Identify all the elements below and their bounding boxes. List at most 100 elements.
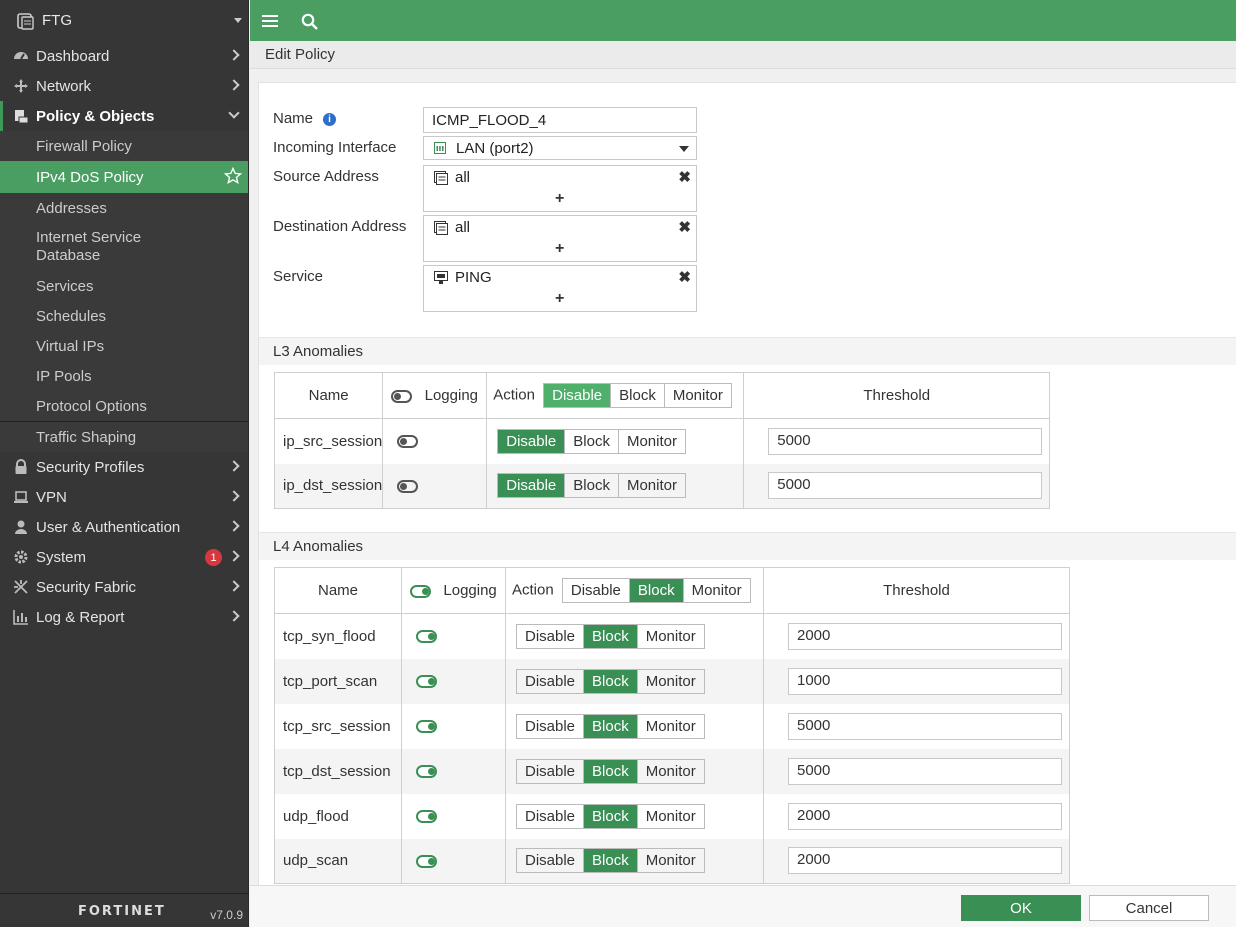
action-toggle[interactable]: Disable Block Monitor [516,848,705,874]
action-block[interactable]: Block [584,759,638,783]
sidebar-item-virtual-ips[interactable]: Virtual IPs [0,331,248,361]
nav-vpn[interactable]: VPN [0,482,248,512]
chevron-right-icon [228,550,240,562]
device-selector[interactable]: FTG [0,0,248,41]
action-toggle[interactable]: Disable Block Monitor [516,623,705,649]
action-disable-all[interactable]: Disable [563,579,630,602]
action-disable[interactable]: Disable [498,474,566,498]
ok-button[interactable]: OK [961,895,1081,921]
search-icon[interactable] [299,11,319,31]
action-block[interactable]: Block [584,714,638,738]
remove-icon[interactable]: ✖ [678,168,691,186]
action-block-all[interactable]: Block [629,579,684,602]
action-block[interactable]: Block [584,669,638,693]
sidebar-item-protocol-options[interactable]: Protocol Options [0,391,248,421]
logging-toggle-all[interactable] [410,584,432,598]
action-monitor[interactable]: Monitor [638,760,704,783]
name-input[interactable]: ICMP_FLOOD_4 [423,107,697,133]
add-icon[interactable]: + [555,290,564,308]
nav-network[interactable]: Network [0,71,248,101]
logging-header-label: Logging [443,582,497,599]
action-toggle[interactable]: Disable Block Monitor [516,758,705,784]
threshold-input[interactable]: 5000 [768,472,1043,500]
star-icon[interactable] [223,166,243,189]
destination-address-field[interactable]: all ✖ + [423,215,697,262]
logging-toggle[interactable] [416,675,437,689]
threshold-input[interactable]: 2000 [788,847,1062,875]
sidebar-item-addresses[interactable]: Addresses [0,193,248,223]
address-icon [434,170,448,185]
sidebar-item-schedules[interactable]: Schedules [0,301,248,331]
sidebar-item-services[interactable]: Services [0,271,248,301]
add-icon[interactable]: + [555,190,564,208]
nav-security-profiles[interactable]: Security Profiles [0,452,248,482]
action-monitor[interactable]: Monitor [619,430,685,453]
logging-toggle[interactable] [416,854,437,868]
incoming-interface-select[interactable]: LAN (port2) [423,136,697,160]
action-toggle[interactable]: Disable Block Monitor [516,668,705,694]
action-disable[interactable]: Disable [517,849,585,873]
action-disable[interactable]: Disable [498,429,566,453]
nav-log-report[interactable]: Log & Report [0,602,248,632]
logging-toggle-all[interactable] [391,389,413,403]
threshold-input[interactable]: 5000 [768,427,1043,455]
threshold-input[interactable]: 5000 [788,757,1062,785]
action-toggle[interactable]: Disable Block Monitor [497,428,686,454]
action-disable[interactable]: Disable [517,759,585,783]
logging-toggle[interactable] [416,630,437,644]
action-monitor[interactable]: Monitor [638,625,704,648]
remove-icon[interactable]: ✖ [678,268,691,286]
action-block[interactable]: Block [565,429,619,453]
source-address-field[interactable]: all ✖ + [423,165,697,212]
action-disable[interactable]: Disable [517,669,585,693]
service-field[interactable]: PING ✖ + [423,265,697,312]
nav-dashboard[interactable]: Dashboard [0,41,248,71]
action-monitor[interactable]: Monitor [619,474,685,497]
sidebar-item-ip-pools[interactable]: IP Pools [0,361,248,391]
action-disable[interactable]: Disable [517,624,585,648]
action-monitor-all[interactable]: Monitor [684,579,750,602]
action-header-toggle[interactable]: Disable Block Monitor [561,578,751,603]
chevron-right-icon [228,520,240,532]
menu-icon[interactable] [260,11,280,31]
nav-user-authentication[interactable]: User & Authentication [0,512,248,542]
action-block[interactable]: Block [584,849,638,873]
action-disable-all[interactable]: Disable [544,384,612,407]
threshold-input[interactable]: 1000 [788,667,1062,695]
nav-policy-objects[interactable]: Policy & Objects [0,101,248,131]
action-disable[interactable]: Disable [517,804,585,828]
nav-security-fabric[interactable]: Security Fabric [0,572,248,602]
logging-toggle[interactable] [416,720,437,734]
logging-toggle[interactable] [397,435,419,449]
action-block[interactable]: Block [565,474,619,498]
action-toggle[interactable]: Disable Block Monitor [516,713,705,739]
action-toggle[interactable]: Disable Block Monitor [516,803,705,829]
action-disable[interactable]: Disable [517,714,585,738]
remove-icon[interactable]: ✖ [678,218,691,236]
logging-toggle[interactable] [397,479,419,493]
nav-system[interactable]: System 1 [0,542,248,572]
sidebar-item-ipv4-dos-policy[interactable]: IPv4 DoS Policy [0,161,248,193]
action-block[interactable]: Block [584,804,638,828]
threshold-input[interactable]: 2000 [788,622,1062,650]
info-icon[interactable]: i [323,112,337,126]
sidebar-item-traffic-shaping[interactable]: Traffic Shaping [0,422,248,452]
sidebar-item-internet-service-database[interactable]: Internet Service Database [0,223,248,271]
threshold-input[interactable]: 2000 [788,802,1062,830]
action-monitor[interactable]: Monitor [638,715,704,738]
action-monitor[interactable]: Monitor [638,805,704,828]
action-block-all[interactable]: Block [611,384,665,407]
logging-toggle[interactable] [416,810,437,824]
action-monitor[interactable]: Monitor [638,670,704,693]
action-monitor[interactable]: Monitor [638,849,704,872]
add-icon[interactable]: + [555,240,564,258]
action-monitor-all[interactable]: Monitor [665,384,731,407]
action-toggle[interactable]: Disable Block Monitor [497,473,686,499]
sidebar-item-firewall-policy[interactable]: Firewall Policy [0,131,248,161]
cancel-button[interactable]: Cancel [1089,895,1209,921]
action-header-toggle[interactable]: Disable Block Monitor [543,383,732,408]
threshold-input[interactable]: 5000 [788,712,1062,740]
row-action: Disable Block Monitor [486,418,745,464]
logging-toggle[interactable] [416,765,437,779]
action-block[interactable]: Block [584,624,638,648]
